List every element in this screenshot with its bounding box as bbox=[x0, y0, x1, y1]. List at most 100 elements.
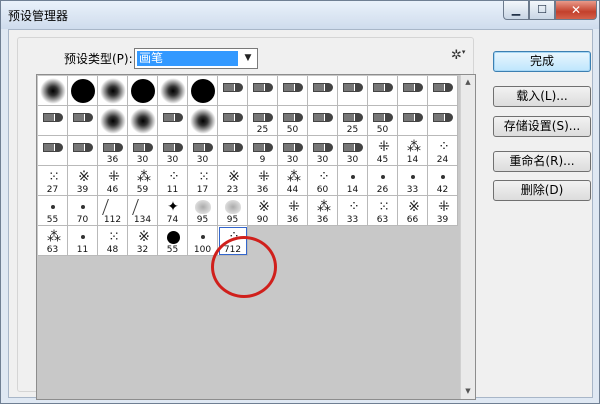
brush-preset-cell[interactable]: ⁜ 45 bbox=[368, 136, 398, 166]
brush-preset-cell[interactable] bbox=[128, 106, 158, 136]
vertical-scrollbar[interactable]: ▲ ▼ bbox=[460, 75, 475, 399]
brush-preset-cell[interactable]: 30 bbox=[158, 136, 188, 166]
brush-preset-cell[interactable]: ⁜ 36 bbox=[278, 196, 308, 226]
brush-preset-cell[interactable]: 30 bbox=[188, 136, 218, 166]
brush-preset-cell[interactable]: ⁂ 63 bbox=[38, 226, 68, 256]
brush-tip-icon bbox=[99, 77, 127, 105]
gear-icon[interactable]: ✲▾ bbox=[451, 48, 465, 63]
brush-preset-cell[interactable] bbox=[278, 76, 308, 106]
brush-preset-cell[interactable] bbox=[218, 106, 248, 136]
brush-preset-cell[interactable]: ⁘ 24 bbox=[428, 136, 458, 166]
brush-preset-cell[interactable]: 33 bbox=[398, 166, 428, 196]
brush-preset-cell[interactable] bbox=[38, 136, 68, 166]
brush-preset-cell[interactable] bbox=[158, 76, 188, 106]
brush-preset-cell[interactable]: 25 bbox=[248, 106, 278, 136]
brush-preset-cell[interactable]: 50 bbox=[278, 106, 308, 136]
brush-preset-cell[interactable]: ※ 32 bbox=[128, 226, 158, 256]
brush-preset-cell[interactable]: 95 bbox=[218, 196, 248, 226]
brush-preset-cell[interactable]: 100 bbox=[188, 226, 218, 256]
brush-preset-cell[interactable]: 55 bbox=[158, 226, 188, 256]
maximize-button[interactable]: ☐ bbox=[529, 1, 555, 20]
brush-preset-cell[interactable] bbox=[338, 76, 368, 106]
brush-preset-cell[interactable] bbox=[428, 76, 458, 106]
brush-preset-cell[interactable]: ⁙ 17 bbox=[188, 166, 218, 196]
brush-preset-cell[interactable]: ⁘ 11 bbox=[158, 166, 188, 196]
brush-tip-icon: ⁂ bbox=[42, 228, 64, 246]
brush-preset-cell[interactable] bbox=[98, 76, 128, 106]
brush-preset-cell[interactable]: 95 bbox=[188, 196, 218, 226]
brush-preset-cell[interactable] bbox=[368, 76, 398, 106]
brush-preset-cell[interactable] bbox=[398, 76, 428, 106]
brush-preset-cell[interactable] bbox=[128, 76, 158, 106]
load-button[interactable]: 载入(L)... bbox=[493, 86, 591, 107]
brush-preset-cell[interactable] bbox=[38, 76, 68, 106]
brush-preset-cell[interactable] bbox=[218, 76, 248, 106]
brush-preset-cell[interactable]: ⁘ 712 bbox=[218, 226, 248, 256]
close-button[interactable]: ✕ bbox=[555, 1, 597, 20]
brush-preset-cell[interactable]: ⁙ 27 bbox=[38, 166, 68, 196]
brush-preset-cell[interactable]: 26 bbox=[368, 166, 398, 196]
brush-preset-cell[interactable]: 30 bbox=[278, 136, 308, 166]
brush-preset-cell[interactable]: ⁂ 59 bbox=[128, 166, 158, 196]
scroll-down-icon[interactable]: ▼ bbox=[461, 384, 475, 399]
splat-brush-icon: ⁜ bbox=[288, 199, 300, 215]
brush-preset-cell[interactable]: 70 bbox=[68, 196, 98, 226]
brush-preset-cell[interactable]: ⁜ 39 bbox=[428, 196, 458, 226]
brush-preset-cell[interactable]: 14 bbox=[338, 166, 368, 196]
brush-preset-cell[interactable]: ⁘ 60 bbox=[308, 166, 338, 196]
scroll-up-icon[interactable]: ▲ bbox=[461, 75, 475, 90]
brush-preset-cell[interactable]: 42 bbox=[428, 166, 458, 196]
brush-preset-cell[interactable] bbox=[308, 76, 338, 106]
rename-button[interactable]: 重命名(R)... bbox=[493, 151, 591, 172]
brush-preset-cell[interactable]: ※ 66 bbox=[398, 196, 428, 226]
brush-preset-cell[interactable] bbox=[98, 106, 128, 136]
round-soft-brush-icon bbox=[160, 78, 186, 104]
brush-preset-cell[interactable] bbox=[68, 106, 98, 136]
brush-preset-cell[interactable]: 30 bbox=[338, 136, 368, 166]
brush-tip-icon bbox=[99, 107, 127, 135]
brush-preset-cell[interactable]: ※ 90 bbox=[248, 196, 278, 226]
brush-preset-cell[interactable] bbox=[248, 76, 278, 106]
chevron-down-icon[interactable]: ▼ bbox=[239, 49, 257, 68]
brush-preset-cell[interactable] bbox=[68, 76, 98, 106]
title-bar[interactable]: 预设管理器 ▁ ☐ ✕ bbox=[1, 1, 599, 29]
brush-preset-cell[interactable]: ⁂ 14 bbox=[398, 136, 428, 166]
brush-preset-cell[interactable]: ✦ 74 bbox=[158, 196, 188, 226]
brush-preset-cell[interactable]: ⁘ 33 bbox=[338, 196, 368, 226]
brush-preset-cell[interactable]: 134 bbox=[128, 196, 158, 226]
brush-preset-cell[interactable]: 36 bbox=[98, 136, 128, 166]
brush-preset-cell[interactable]: 9 bbox=[248, 136, 278, 166]
brush-preset-cell[interactable] bbox=[158, 106, 188, 136]
brush-preset-cell[interactable]: 11 bbox=[68, 226, 98, 256]
brush-preset-cell[interactable]: ※ 39 bbox=[68, 166, 98, 196]
brush-preset-cell[interactable] bbox=[428, 106, 458, 136]
brush-preset-cell[interactable]: 30 bbox=[128, 136, 158, 166]
brush-preset-cell[interactable] bbox=[218, 136, 248, 166]
brush-preset-cell[interactable]: 112 bbox=[98, 196, 128, 226]
brush-preset-cell[interactable]: ⁂ 36 bbox=[308, 196, 338, 226]
pen-brush-icon bbox=[253, 142, 273, 152]
done-button[interactable]: 完成 bbox=[493, 51, 591, 72]
brush-preset-cell[interactable]: 25 bbox=[338, 106, 368, 136]
preset-type-dropdown[interactable]: 画笔 ▼ bbox=[134, 48, 258, 69]
brush-preset-cell[interactable]: 55 bbox=[38, 196, 68, 226]
brush-tip-icon: ※ bbox=[72, 168, 94, 186]
brush-preset-cell[interactable] bbox=[308, 106, 338, 136]
brush-preset-cell[interactable]: ⁜ 46 bbox=[98, 166, 128, 196]
brush-preset-cell[interactable]: ⁜ 36 bbox=[248, 166, 278, 196]
brush-preset-cell[interactable]: ⁙ 63 bbox=[368, 196, 398, 226]
brush-preset-cell[interactable] bbox=[188, 106, 218, 136]
brush-preset-grid[interactable]: 25 50 25 50 36 30 30 30 9 30 30 30 ⁜ 45 ⁂ 14 ⁘ 24 ⁙ 27 ※ 39 ⁜ 4… bbox=[36, 74, 476, 400]
brush-preset-cell[interactable] bbox=[188, 76, 218, 106]
brush-preset-cell[interactable] bbox=[38, 106, 68, 136]
brush-preset-cell[interactable]: 30 bbox=[308, 136, 338, 166]
brush-preset-cell[interactable] bbox=[68, 136, 98, 166]
minimize-button[interactable]: ▁ bbox=[503, 1, 529, 20]
brush-preset-cell[interactable] bbox=[398, 106, 428, 136]
delete-button[interactable]: 删除(D) bbox=[493, 180, 591, 201]
brush-preset-cell[interactable]: ※ 23 bbox=[218, 166, 248, 196]
brush-preset-cell[interactable]: ⁂ 44 bbox=[278, 166, 308, 196]
brush-preset-cell[interactable]: ⁙ 48 bbox=[98, 226, 128, 256]
save-settings-button[interactable]: 存储设置(S)... bbox=[493, 116, 591, 137]
brush-preset-cell[interactable]: 50 bbox=[368, 106, 398, 136]
